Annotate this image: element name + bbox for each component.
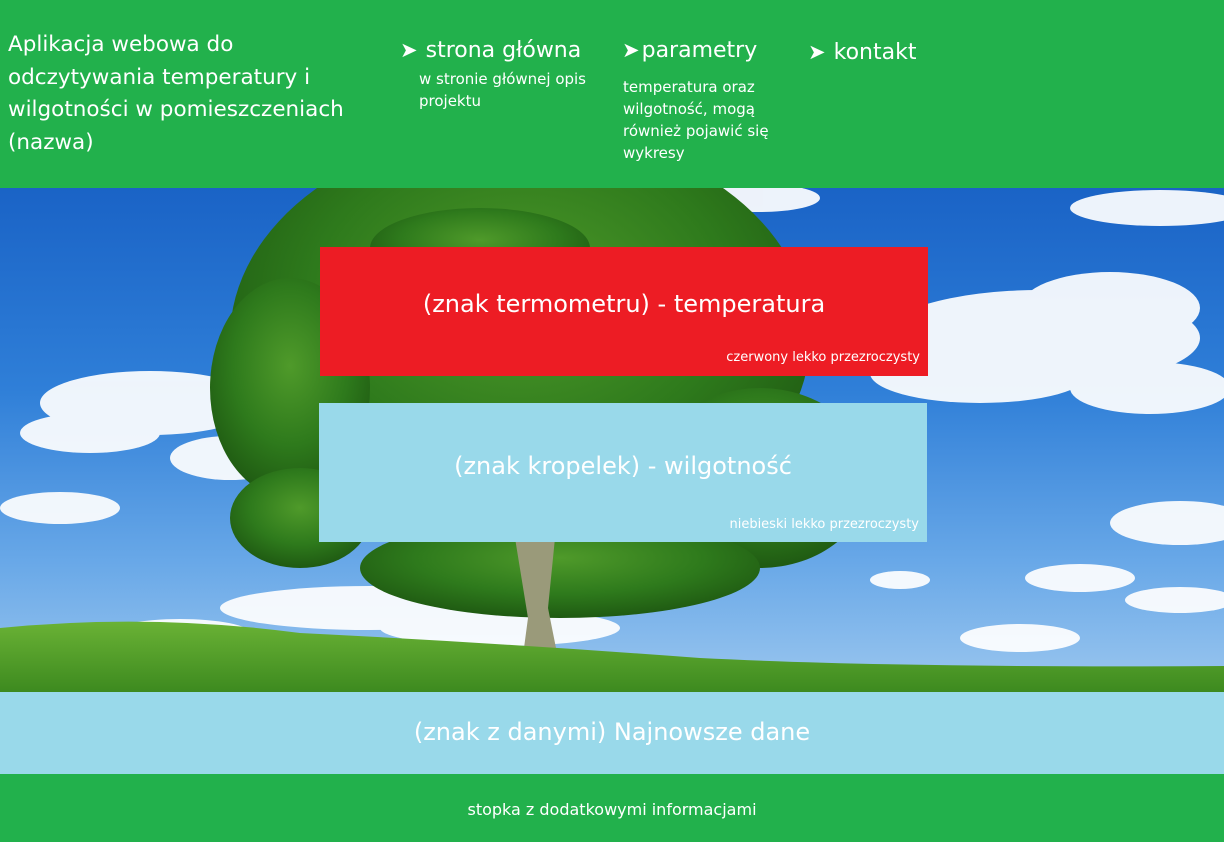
humidity-note: niebieski lekko przezroczysty [729, 517, 919, 532]
temperature-card[interactable]: (znak termometru) - temperatura czerwony… [320, 247, 928, 376]
nav-item-contact: ➤ kontakt [808, 37, 916, 68]
temperature-note: czerwony lekko przezroczysty [726, 350, 920, 365]
footer: stopka z dodatkowymi informacjami [0, 774, 1224, 842]
latest-data-bar[interactable]: (znak z danymi) Najnowsze dane [0, 692, 1224, 774]
nav-description-home: w stronie głównej opis projektu [419, 70, 586, 110]
arrow-right-icon: ➤ [808, 40, 826, 64]
header: Aplikacja webowa do odczytywania tempera… [0, 0, 1224, 188]
nav-label-contact: kontakt [833, 40, 917, 65]
nav-item-parameters: ➤parametry temperatura oraz wilgotność, … [622, 35, 793, 164]
nav-item-home: ➤ strona główna w stronie głównej opis pr… [400, 35, 609, 112]
nav-label-parameters: parametry [641, 38, 758, 63]
nav-link-parameters[interactable]: ➤parametry [622, 35, 793, 66]
hero-section: (znak termometru) - temperatura czerwony… [0, 188, 1224, 692]
app-title: Aplikacja webowa do odczytywania tempera… [8, 32, 344, 155]
nav-label-home: strona główna [425, 38, 582, 63]
temperature-label: (znak termometru) - temperatura [422, 290, 826, 318]
arrow-right-icon: ➤ [622, 38, 640, 62]
nav-description-parameters: temperatura oraz wilgotność, mogą równie… [623, 78, 769, 162]
humidity-label: (znak kropelek) - wilgotność [454, 452, 792, 480]
nav-link-contact[interactable]: ➤ kontakt [808, 37, 916, 68]
arrow-right-icon: ➤ [400, 38, 418, 62]
latest-data-label: (znak z danymi) Najnowsze dane [413, 718, 811, 746]
footer-text: stopka z dodatkowymi informacjami [467, 800, 757, 819]
humidity-card[interactable]: (znak kropelek) - wilgotność niebieski l… [319, 403, 927, 542]
nav-link-home[interactable]: ➤ strona główna [400, 35, 609, 66]
